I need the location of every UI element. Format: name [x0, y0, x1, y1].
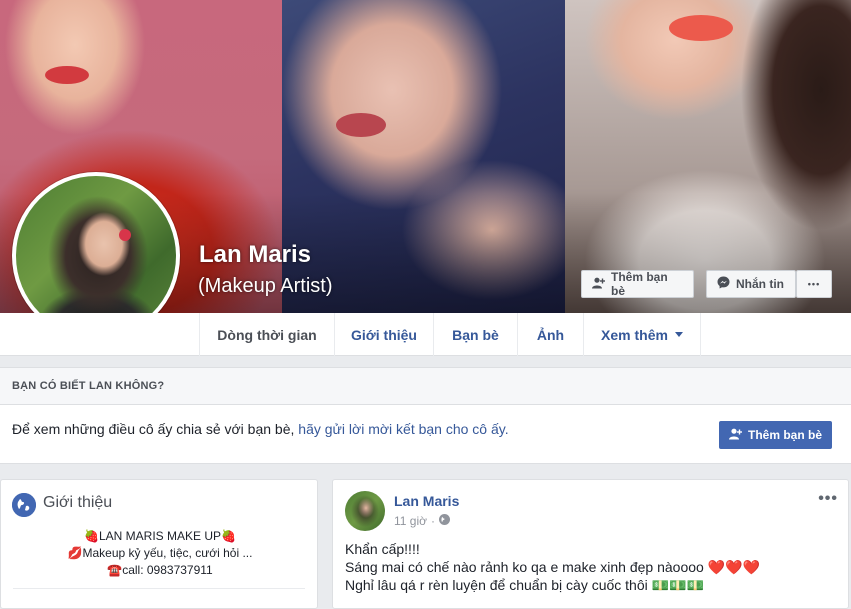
tab-timeline-label: Dòng thời gian: [217, 326, 317, 343]
avatar-flower: [119, 229, 131, 241]
friend-suggestion-heading: BẠN CÓ BIẾT LAN KHÔNG?: [0, 368, 851, 405]
post-author-avatar[interactable]: [345, 491, 385, 531]
post-timestamp[interactable]: 11 giờ ·: [394, 514, 450, 528]
profile-avatar-image: [16, 176, 176, 336]
intro-bio-line: 🍓LAN MARIS MAKE UP🍓: [84, 529, 236, 543]
intro-card: Giới thiệu 🍓LAN MARIS MAKE UP🍓 💋Makeup k…: [0, 479, 318, 609]
tab-more[interactable]: Xem thêm: [583, 313, 701, 356]
tab-friends[interactable]: Bạn bè: [433, 313, 517, 356]
more-icon: •••: [807, 279, 821, 289]
add-friend-icon: [592, 277, 605, 292]
intro-bio-line: ☎️call: 0983737911: [107, 563, 213, 577]
messenger-icon: [717, 276, 730, 292]
globe-icon: [12, 493, 36, 517]
add-friend-button[interactable]: Thêm bạn bè: [581, 270, 694, 298]
post-text-line: Nghỉ lâu qá r rèn luyện để chuẩn bị cày …: [345, 577, 704, 593]
send-request-link[interactable]: hãy gửi lời mời kết bạn cho cô ấy.: [298, 421, 508, 437]
tab-photos-label: Ảnh: [536, 326, 565, 343]
add-friend-icon: [728, 428, 742, 443]
tab-about[interactable]: Giới thiệu: [334, 313, 433, 356]
post-text-line: Khẩn cấp!!!!: [345, 541, 420, 557]
cover-photo-detail: [336, 113, 386, 137]
friend-suggestion-text: Để xem những điều cô ấy chia sẻ với bạn …: [12, 421, 509, 437]
tab-timeline[interactable]: Dòng thời gian: [199, 313, 334, 356]
add-friend-primary-button[interactable]: Thêm bạn bè: [719, 421, 832, 449]
cover-photo-detail: [669, 15, 733, 41]
intro-bio: 🍓LAN MARIS MAKE UP🍓 💋Makeup kỷ yếu, tiệc…: [1, 528, 319, 579]
post-options-button[interactable]: •••: [818, 490, 838, 508]
cover-photo-detail: [45, 66, 89, 84]
post-card: Lan Maris 11 giờ · ••• Khẩn cấp!!!! Sáng…: [332, 479, 849, 609]
message-button[interactable]: Nhắn tin: [706, 270, 796, 298]
post-text-line: Sáng mai có chế nào rảnh ko qa e make xi…: [345, 559, 760, 575]
tab-photos[interactable]: Ảnh: [517, 313, 583, 356]
divider: [13, 588, 305, 589]
post-time-label: 11 giờ: [394, 514, 427, 528]
public-icon: [439, 514, 450, 528]
tab-about-label: Giới thiệu: [351, 326, 417, 343]
profile-subtitle: (Makeup Artist): [198, 275, 333, 297]
more-options-button[interactable]: •••: [796, 270, 832, 298]
tab-more-label: Xem thêm: [601, 326, 668, 343]
add-friend-primary-label: Thêm bạn bè: [747, 428, 822, 442]
profile-nav: Dòng thời gian Giới thiệu Bạn bè Ảnh Xem…: [0, 313, 851, 356]
post-text: Khẩn cấp!!!! Sáng mai có chế nào rảnh ko…: [345, 540, 760, 594]
separator-dot: ·: [431, 514, 435, 528]
chevron-down-icon: [674, 332, 683, 337]
intro-bio-line: 💋Makeup kỷ yếu, tiệc, cưới hỏi ...: [67, 546, 253, 560]
message-label: Nhắn tin: [736, 277, 784, 291]
profile-name[interactable]: Lan Maris: [199, 241, 311, 269]
friend-suggestion-card: BẠN CÓ BIẾT LAN KHÔNG? Để xem những điều…: [0, 367, 851, 464]
add-friend-label: Thêm bạn bè: [611, 270, 668, 298]
post-author-name[interactable]: Lan Maris: [394, 493, 459, 509]
friend-suggestion-body: Để xem những điều cô ấy chia sẻ với bạn …: [12, 421, 299, 437]
tab-friends-label: Bạn bè: [452, 326, 499, 343]
intro-title: Giới thiệu: [43, 494, 113, 511]
